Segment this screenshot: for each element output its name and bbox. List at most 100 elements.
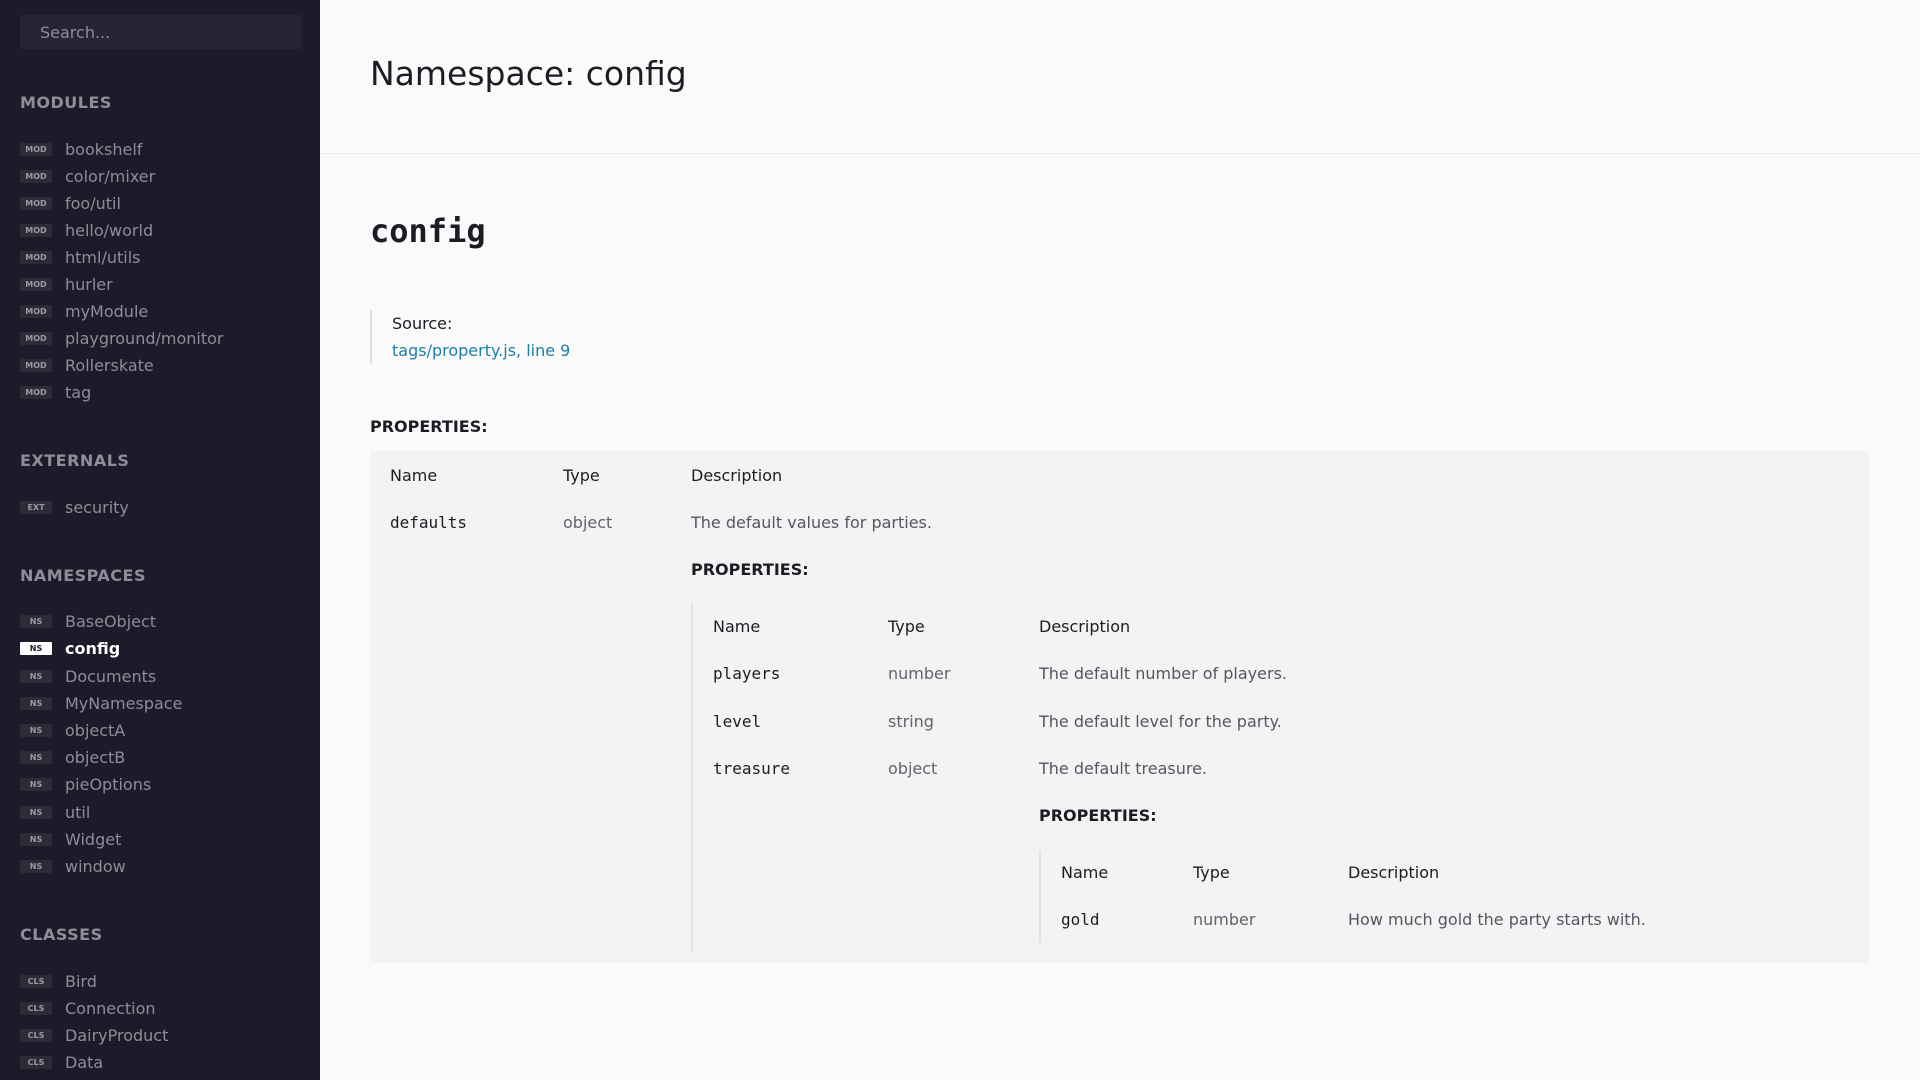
namespace-badge: NS: [20, 860, 52, 873]
module-badge: MOD: [20, 224, 52, 237]
property-type: number: [888, 664, 951, 683]
sidebar-item-config[interactable]: NS config: [20, 635, 300, 662]
column-header-description: Description: [1039, 617, 1131, 636]
namespace-badge: NS: [20, 615, 52, 628]
module-badge: MOD: [20, 278, 52, 291]
namespace-badge: NS: [20, 724, 52, 737]
property-name: treasure: [713, 759, 791, 778]
nested-table-border: [691, 603, 693, 953]
source-label: Source:: [392, 314, 453, 333]
sidebar-item-label: Documents: [65, 667, 157, 686]
sidebar-item-label: pieOptions: [65, 775, 152, 794]
property-type: string: [888, 712, 934, 731]
sidebar-item-documents[interactable]: NS Documents: [20, 663, 300, 690]
sidebar-item-label: objectA: [65, 721, 126, 740]
source-link[interactable]: tags/property.js, line 9: [392, 341, 570, 360]
sidebar-item-color-mixer[interactable]: MOD color/mixer: [20, 163, 300, 190]
sidebar-item-data[interactable]: CLS Data: [20, 1049, 300, 1076]
sidebar-item-mynamespace[interactable]: NS MyNamespace: [20, 690, 300, 717]
property-name: defaults: [390, 513, 468, 532]
section-title-namespaces: NAMESPACES: [20, 566, 146, 585]
sidebar-item-label: hello/world: [65, 221, 154, 240]
sidebar-item-window[interactable]: NS window: [20, 853, 300, 880]
sidebar-item-label: bookshelf: [65, 140, 143, 159]
class-badge: CLS: [20, 1002, 52, 1015]
module-badge: MOD: [20, 143, 52, 156]
namespace-badge: NS: [20, 751, 52, 764]
sidebar-item-widget[interactable]: NS Widget: [20, 826, 300, 853]
property-description: The default number of players.: [1039, 664, 1287, 683]
module-badge: MOD: [20, 197, 52, 210]
module-badge: MOD: [20, 332, 52, 345]
column-header-type: Type: [1193, 863, 1230, 882]
sidebar-item-mymodule[interactable]: MOD myModule: [20, 298, 300, 325]
column-header-type: Type: [888, 617, 925, 636]
sidebar-item-foo-util[interactable]: MOD foo/util: [20, 190, 300, 217]
sidebar-item-label: tag: [65, 383, 92, 402]
namespace-badge: NS: [20, 833, 52, 846]
column-header-name: Name: [713, 617, 761, 636]
sidebar-item-hello-world[interactable]: MOD hello/world: [20, 217, 300, 244]
search-input[interactable]: [20, 15, 301, 49]
namespace-badge: NS: [20, 642, 52, 655]
namespace-badge: NS: [20, 806, 52, 819]
module-badge: MOD: [20, 251, 52, 264]
property-name: gold: [1061, 910, 1100, 929]
namespace-name: config: [370, 212, 486, 250]
sidebar-item-html-utils[interactable]: MOD html/utils: [20, 244, 300, 271]
section-title-modules: MODULES: [20, 93, 112, 112]
sidebar-item-hurler[interactable]: MOD hurler: [20, 271, 300, 298]
sidebar-item-security[interactable]: EXT security: [20, 494, 300, 521]
sidebar-item-label: DairyProduct: [65, 1026, 169, 1045]
sidebar-item-label: MyNamespace: [65, 694, 183, 713]
nested-table-border: [1039, 850, 1041, 943]
sidebar-item-label: Rollerskate: [65, 356, 154, 375]
header-divider: [320, 153, 1920, 154]
sidebar-item-pieoptions[interactable]: NS pieOptions: [20, 771, 300, 798]
namespace-badge: NS: [20, 670, 52, 683]
sidebar-item-bird[interactable]: CLS Bird: [20, 968, 300, 995]
property-type: object: [563, 513, 613, 532]
property-description: The default treasure.: [1039, 759, 1208, 778]
namespace-badge: NS: [20, 697, 52, 710]
column-header-name: Name: [1061, 863, 1109, 882]
column-header-description: Description: [1348, 863, 1440, 882]
namespace-badge: NS: [20, 778, 52, 791]
sidebar-item-label: security: [65, 498, 129, 517]
sidebar-item-util[interactable]: NS util: [20, 799, 300, 826]
sidebar-item-label: playground/monitor: [65, 329, 224, 348]
sidebar-item-label: hurler: [65, 275, 113, 294]
sidebar-item-label: Data: [65, 1053, 104, 1072]
module-badge: MOD: [20, 359, 52, 372]
column-header-name: Name: [390, 466, 438, 485]
sidebar-item-tag[interactable]: MOD tag: [20, 379, 300, 406]
module-badge: MOD: [20, 170, 52, 183]
sidebar-item-label: html/utils: [65, 248, 141, 267]
sidebar-item-label: objectB: [65, 748, 126, 767]
sidebar-item-label: BaseObject: [65, 612, 157, 631]
external-badge: EXT: [20, 501, 52, 514]
property-type: object: [888, 759, 938, 778]
column-header-type: Type: [563, 466, 600, 485]
sidebar-item-baseobject[interactable]: NS BaseObject: [20, 608, 300, 635]
sidebar-item-label: Bird: [65, 972, 97, 991]
sidebar-item-dairyproduct[interactable]: CLS DairyProduct: [20, 1022, 300, 1049]
property-type: number: [1193, 910, 1256, 929]
sidebar-item-bookshelf[interactable]: MOD bookshelf: [20, 136, 300, 163]
sidebar-item-label: color/mixer: [65, 167, 156, 186]
sidebar-item-rollerskate[interactable]: MOD Rollerskate: [20, 352, 300, 379]
sidebar-item-label: config: [65, 639, 121, 658]
sidebar-item-connection[interactable]: CLS Connection: [20, 995, 300, 1022]
sidebar-item-objectb[interactable]: NS objectB: [20, 744, 300, 771]
section-title-externals: EXTERNALS: [20, 451, 130, 470]
module-badge: MOD: [20, 305, 52, 318]
property-description: The default values for parties.: [691, 513, 932, 532]
sidebar-item-label: Connection: [65, 999, 156, 1018]
main-content: Namespace: config config Source: tags/pr…: [320, 0, 1920, 1080]
sidebar-item-playground-monitor[interactable]: MOD playground/monitor: [20, 325, 300, 352]
source-block: Source: tags/property.js, line 9: [370, 310, 770, 364]
sidebar-item-objecta[interactable]: NS objectA: [20, 717, 300, 744]
properties-table: Name Type Description defaults object Th…: [370, 451, 1869, 963]
sidebar-item-label: myModule: [65, 302, 149, 321]
sidebar-item-label: window: [65, 857, 126, 876]
